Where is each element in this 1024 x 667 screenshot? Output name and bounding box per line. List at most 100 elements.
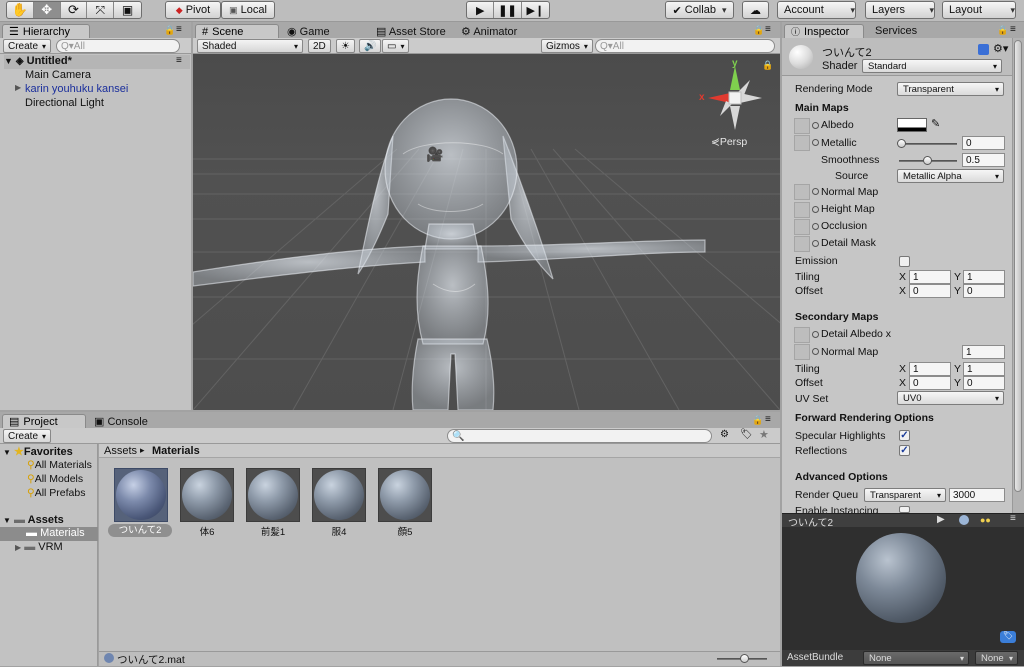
secondary-offset-x-field[interactable]: 0 — [909, 376, 951, 390]
assets-expand-icon[interactable]: ▼ — [3, 516, 11, 525]
tiling-y-field[interactable]: 1 — [963, 270, 1005, 284]
uv-set-dropdown[interactable]: UV0 — [897, 391, 1004, 405]
play-button[interactable]: ▶ — [467, 2, 495, 18]
tiling-x-field[interactable]: 1 — [909, 270, 951, 284]
step-button[interactable]: ▶❙ — [522, 2, 549, 18]
effects-dropdown[interactable]: ▭ — [382, 39, 410, 53]
thumbnail-size-slider-knob[interactable] — [740, 654, 749, 663]
preview-play-icon[interactable]: ▶ — [937, 514, 945, 525]
normal-map-picker-icon[interactable] — [812, 188, 819, 195]
eyedropper-icon[interactable]: ✎ — [931, 117, 940, 130]
favorite-all-materials[interactable]: ⚲All Materials — [27, 459, 92, 471]
secondary-offset-y-field[interactable]: 0 — [963, 376, 1005, 390]
lighting-toggle[interactable]: ☀ — [336, 39, 355, 53]
metallic-picker-icon[interactable] — [812, 139, 819, 146]
scene-menu-icon-top[interactable]: ≡ — [765, 24, 771, 35]
albedo-color-swatch[interactable] — [897, 118, 927, 132]
project-create-button[interactable]: Create — [3, 429, 52, 443]
asset-variant-dropdown[interactable]: None — [975, 651, 1018, 665]
height-map-slot[interactable] — [794, 202, 810, 218]
smoothness-slider-knob[interactable] — [923, 156, 932, 165]
project-menu-icon[interactable]: ≡ — [765, 414, 771, 425]
tab-animator[interactable]: ⚙ Animator — [461, 25, 517, 38]
tab-game[interactable]: ◉ Game — [287, 25, 330, 38]
inspector-menu-icon[interactable]: ≡ — [1010, 24, 1016, 35]
orientation-gizmo[interactable] — [700, 62, 770, 142]
scene-overlay-menu-icon[interactable]: 🔒 — [762, 60, 773, 71]
pause-button[interactable]: ❚❚ — [494, 2, 522, 18]
save-search-star-icon[interactable]: ★ — [759, 428, 769, 441]
occlusion-slot[interactable] — [794, 219, 810, 235]
reflections-checkbox[interactable]: ✓ — [899, 445, 910, 456]
favorite-all-prefabs[interactable]: ⚲All Prefabs — [27, 487, 85, 499]
breadcrumb-materials[interactable]: Materials — [152, 445, 200, 457]
offset-y-field[interactable]: 0 — [963, 284, 1005, 298]
tab-hierarchy[interactable]: ☰ Hierarchy — [2, 24, 90, 38]
scene-expand-icon[interactable]: ▼ — [4, 56, 13, 66]
hierarchy-item-main-camera[interactable]: Main Camera — [25, 69, 91, 81]
tab-asset-store[interactable]: ▤ Asset Store — [376, 25, 446, 38]
tab-console[interactable]: ▣ Console — [94, 415, 148, 428]
layers-dropdown[interactable]: Layers — [865, 1, 935, 19]
inspector-lock-icon[interactable]: 🔒 — [997, 25, 1008, 36]
secondary-tiling-y-field[interactable]: 1 — [963, 362, 1005, 376]
asset-label-tag-icon[interactable]: 🏷 — [1000, 631, 1016, 643]
scene-search-input[interactable]: Q▾All — [595, 39, 775, 53]
breadcrumb-assets[interactable]: Assets — [104, 445, 137, 457]
hierarchy-lock-icon[interactable]: 🔒 — [164, 25, 175, 36]
gear-icon[interactable]: ⚙▾ — [993, 42, 1008, 55]
account-dropdown[interactable]: Account — [777, 1, 856, 19]
favorites-expand-icon[interactable]: ▼ — [3, 448, 11, 457]
shading-mode-dropdown[interactable]: Shaded — [197, 39, 303, 53]
persp-label[interactable]: ⋞Persp — [711, 136, 747, 148]
tab-inspector[interactable]: ⓘ Inspector — [784, 24, 864, 38]
move-tool-icon[interactable]: ✥ — [33, 2, 61, 18]
tab-scene[interactable]: # Scene — [195, 24, 279, 38]
emission-checkbox[interactable] — [899, 256, 910, 267]
rotate-tool-icon[interactable]: ⟳ — [61, 2, 88, 18]
filter-by-type-icon[interactable]: ⚙ — [720, 429, 729, 440]
render-queue-value[interactable]: 3000 — [949, 488, 1005, 502]
scene-viewport[interactable]: 🎥 y x ⋞Persp 🔒 — [193, 54, 780, 410]
secondary-tiling-x-field[interactable]: 1 — [909, 362, 951, 376]
hierarchy-search-input[interactable]: Q▾All — [56, 39, 180, 53]
hierarchy-item-directional-light[interactable]: Directional Light — [25, 97, 104, 109]
height-map-picker-icon[interactable] — [812, 206, 819, 213]
assets-header[interactable]: ▼ ▬ Assets — [3, 514, 64, 526]
enable-instancing-checkbox[interactable] — [899, 506, 910, 513]
albedo-texture-slot[interactable] — [794, 118, 810, 134]
filter-by-label-icon[interactable]: 🏷 — [740, 429, 753, 440]
help-book-icon[interactable] — [978, 44, 989, 55]
asset-bundle-dropdown[interactable]: None — [863, 651, 969, 665]
tab-services[interactable]: Services — [875, 25, 917, 37]
layout-dropdown[interactable]: Layout — [942, 1, 1016, 19]
rect-tool-icon[interactable]: ▣ — [114, 2, 141, 18]
hierarchy-item-expand-icon[interactable]: ▶ — [15, 83, 21, 92]
metallic-slider-knob[interactable] — [897, 139, 906, 148]
occlusion-picker-icon[interactable] — [812, 223, 819, 230]
detail-albedo-picker-icon[interactable] — [812, 331, 819, 338]
tab-project[interactable]: ▤ Project — [2, 414, 86, 428]
scene-root[interactable]: ▼ ◈ Untitled* — [4, 55, 190, 69]
hierarchy-item-karin[interactable]: karin youhuku kansei — [25, 83, 128, 95]
secondary-normal-map-picker-icon[interactable] — [812, 348, 819, 355]
folder-vrm[interactable]: ▶ ▬ VRM — [15, 541, 63, 553]
gizmos-dropdown[interactable]: Gizmos — [541, 39, 593, 53]
offset-x-field[interactable]: 0 — [909, 284, 951, 298]
metallic-value[interactable]: 0 — [962, 136, 1005, 150]
folder-expand-icon[interactable]: ▶ — [15, 543, 21, 552]
hierarchy-create-button[interactable]: Create — [3, 39, 52, 53]
normal-map-slot[interactable] — [794, 184, 810, 200]
source-dropdown[interactable]: Metallic Alpha — [897, 169, 1004, 183]
mode-2d-toggle[interactable]: 2D — [308, 39, 331, 53]
material-label-1[interactable]: 体6 — [180, 524, 234, 538]
preview-menu-icon[interactable]: ≡ — [1010, 513, 1016, 524]
detail-albedo-slot[interactable] — [794, 327, 810, 343]
inspector-scrollbar-thumb[interactable] — [1014, 40, 1022, 492]
metallic-texture-slot[interactable] — [794, 135, 810, 151]
local-toggle[interactable]: ▣ Local — [221, 1, 275, 19]
secondary-normal-map-slot[interactable] — [794, 344, 810, 360]
scale-tool-icon[interactable]: ⤧ — [87, 2, 115, 18]
shader-dropdown[interactable]: Standard — [862, 59, 1002, 73]
detail-mask-slot[interactable] — [794, 236, 810, 252]
